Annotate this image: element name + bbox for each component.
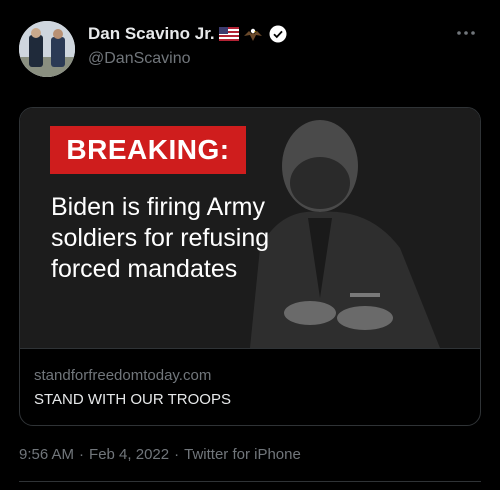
card-image: BREAKING: Biden is firing Army soldiers … — [20, 108, 480, 348]
divider — [19, 481, 481, 482]
breaking-badge: BREAKING: — [50, 126, 246, 174]
tweet-time[interactable]: 9:56 AM — [19, 446, 74, 463]
avatar-photo — [19, 21, 75, 77]
more-options-icon[interactable] — [455, 26, 477, 40]
card-headline: Biden is firing Army soldiers for refusi… — [51, 193, 270, 283]
card-domain: standforfreedomtoday.com — [34, 367, 212, 384]
card-title: STAND WITH OUR TROOPS — [34, 391, 231, 408]
us-flag-icon — [218, 27, 239, 41]
meta-separator-2: · — [174, 446, 180, 463]
author-display-name[interactable]: Dan Scavino Jr. — [88, 24, 215, 44]
card-meta: standforfreedomtoday.com STAND WITH OUR … — [20, 348, 480, 425]
author-handle[interactable]: @DanScavino — [88, 50, 191, 68]
tweet-date[interactable]: Feb 4, 2022 — [89, 446, 169, 463]
tweet-meta: 9:56 AM · Feb 4, 2022 · Twitter for iPho… — [19, 446, 301, 463]
eagle-icon — [243, 27, 263, 41]
meta-separator: · — [79, 446, 85, 463]
tweet-source[interactable]: Twitter for iPhone — [184, 446, 301, 463]
tweet-header: Dan Scavino Jr. @DanScavino — [0, 0, 500, 90]
link-card[interactable]: BREAKING: Biden is firing Army soldiers … — [19, 107, 481, 426]
verified-icon — [269, 25, 287, 43]
avatar[interactable] — [19, 21, 75, 77]
author-name-row: Dan Scavino Jr. — [88, 24, 287, 44]
